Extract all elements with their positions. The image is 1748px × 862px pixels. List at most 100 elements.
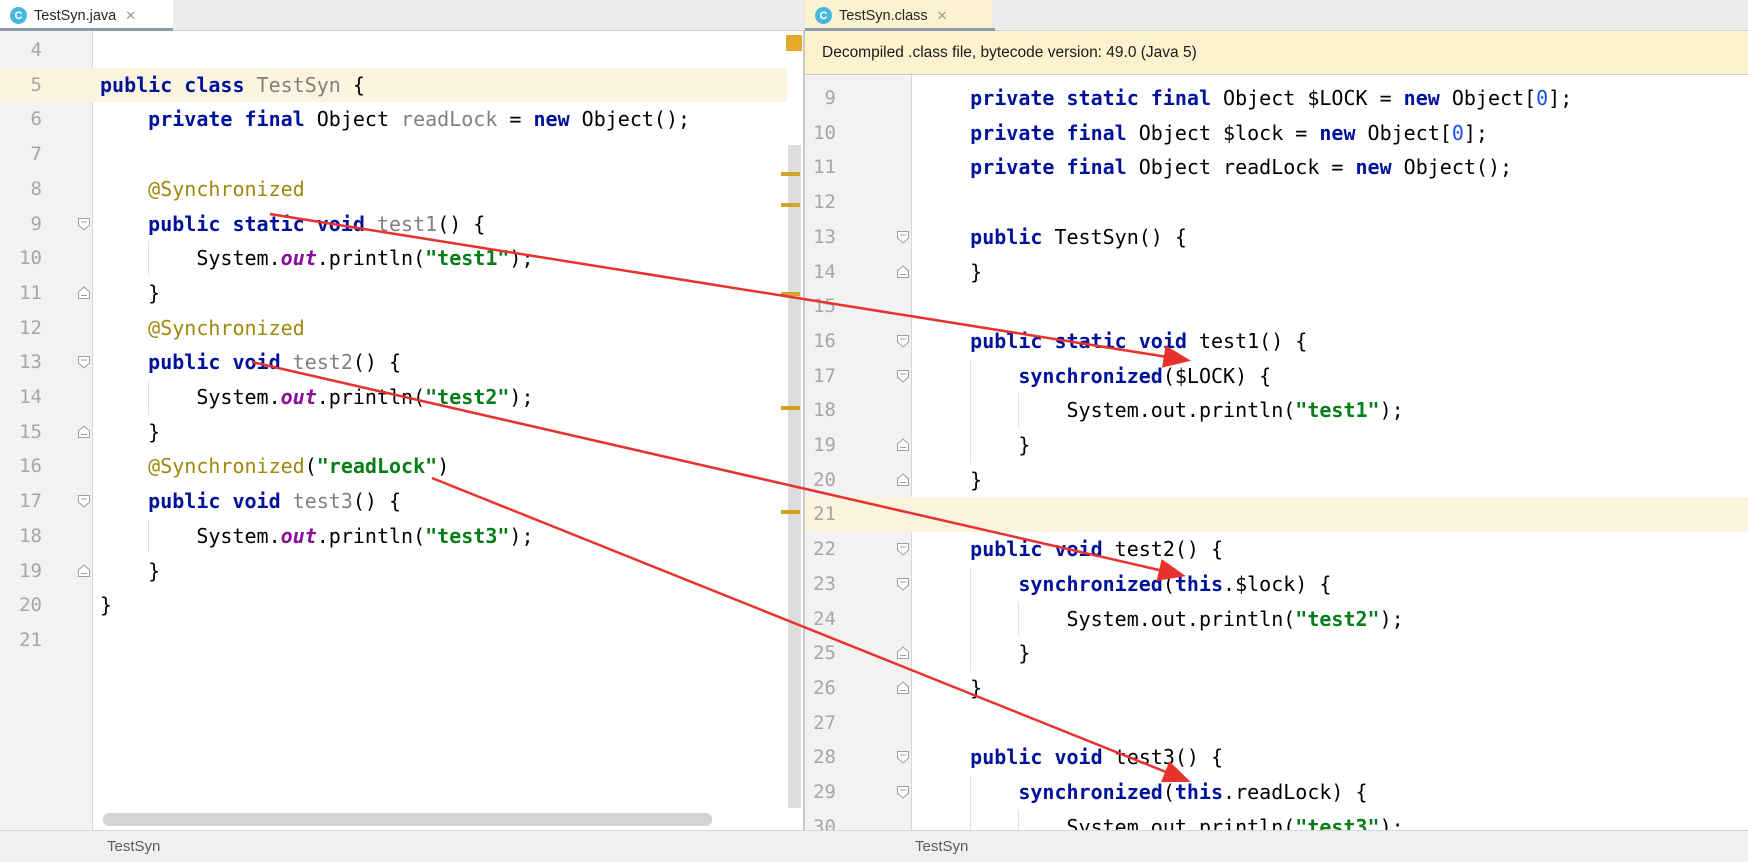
code-line[interactable]: System.out.println("test2");: [100, 380, 534, 415]
code-line[interactable]: }: [922, 671, 982, 706]
fold-end-marker[interactable]: [896, 646, 910, 660]
warning-stripe-mark[interactable]: [781, 406, 800, 410]
code-row[interactable]: 24 System.out.println("test2");: [805, 602, 1748, 637]
code-line[interactable]: }: [922, 255, 982, 290]
editor-right-decompiled[interactable]: 9 private static final Object $LOCK = ne…: [805, 75, 1748, 830]
fold-end-marker[interactable]: [77, 564, 91, 578]
code-row[interactable]: 25 }: [805, 636, 1748, 671]
code-row[interactable]: 15: [805, 289, 1748, 324]
fold-start-marker[interactable]: [896, 334, 910, 348]
code-row[interactable]: 21: [805, 497, 1748, 532]
code-row[interactable]: 17 public void test3() {: [0, 484, 803, 519]
split-divider[interactable]: [803, 31, 805, 862]
code-line[interactable]: synchronized(this.readLock) {: [922, 775, 1368, 810]
code-line[interactable]: }: [922, 463, 982, 498]
fold-start-marker[interactable]: [896, 750, 910, 764]
code-line[interactable]: System.out.println("test1");: [100, 241, 534, 276]
editor-left-java[interactable]: 45public class TestSyn {6 private final …: [0, 31, 803, 830]
code-row[interactable]: 4: [0, 33, 803, 68]
code-row[interactable]: 20}: [0, 588, 803, 623]
code-line[interactable]: private static final Object $LOCK = new …: [922, 81, 1572, 116]
code-line[interactable]: private final Object readLock = new Obje…: [100, 102, 690, 137]
fold-end-marker[interactable]: [896, 265, 910, 279]
code-line[interactable]: synchronized($LOCK) {: [922, 359, 1271, 394]
code-row[interactable]: 12: [805, 185, 1748, 220]
code-line[interactable]: System.out.println("test3");: [922, 810, 1404, 830]
code-row[interactable]: 26 }: [805, 671, 1748, 706]
code-line[interactable]: private final Object $lock = new Object[…: [922, 116, 1488, 151]
code-row[interactable]: 16 public static void test1() {: [805, 324, 1748, 359]
close-icon[interactable]: ✕: [125, 8, 136, 24]
code-line[interactable]: }: [922, 428, 1030, 463]
fold-start-marker[interactable]: [896, 230, 910, 244]
code-line[interactable]: }: [100, 554, 160, 589]
horizontal-scrollbar-thumb[interactable]: [103, 813, 712, 826]
code-row[interactable]: 28 public void test3() {: [805, 740, 1748, 775]
code-row[interactable]: 8 @Synchronized: [0, 172, 803, 207]
code-row[interactable]: 27: [805, 706, 1748, 741]
code-line[interactable]: @Synchronized: [100, 172, 305, 207]
code-row[interactable]: 7: [0, 137, 803, 172]
code-line[interactable]: }: [100, 588, 112, 623]
fold-end-marker[interactable]: [77, 425, 91, 439]
fold-start-marker[interactable]: [896, 542, 910, 556]
code-line[interactable]: }: [100, 276, 160, 311]
code-line[interactable]: public void test3() {: [922, 740, 1223, 775]
code-line[interactable]: public class TestSyn {: [100, 68, 365, 103]
breadcrumb-left-testsyn[interactable]: TestSyn: [107, 831, 160, 862]
code-row[interactable]: 6 private final Object readLock = new Ob…: [0, 102, 803, 137]
code-row[interactable]: 17 synchronized($LOCK) {: [805, 359, 1748, 394]
fold-start-marker[interactable]: [77, 494, 91, 508]
code-row[interactable]: 12 @Synchronized: [0, 311, 803, 346]
code-row[interactable]: 11 }: [0, 276, 803, 311]
code-line[interactable]: public static void test1() {: [100, 207, 485, 242]
code-row[interactable]: 19 }: [0, 554, 803, 589]
fold-end-marker[interactable]: [896, 681, 910, 695]
code-row[interactable]: 13 public void test2() {: [0, 345, 803, 380]
code-line[interactable]: public TestSyn() {: [922, 220, 1187, 255]
warning-stripe-mark[interactable]: [781, 203, 800, 207]
code-line[interactable]: @Synchronized("readLock"): [100, 449, 449, 484]
close-icon[interactable]: ✕: [937, 8, 948, 24]
code-row[interactable]: 22 public void test2() {: [805, 532, 1748, 567]
code-row[interactable]: 30 System.out.println("test3");: [805, 810, 1748, 830]
code-row[interactable]: 13 public TestSyn() {: [805, 220, 1748, 255]
fold-start-marker[interactable]: [896, 577, 910, 591]
code-line[interactable]: System.out.println("test1");: [922, 393, 1404, 428]
code-row[interactable]: 10 System.out.println("test1");: [0, 241, 803, 276]
code-line[interactable]: System.out.println("test3");: [100, 519, 534, 554]
tab-testsyn-java[interactable]: C TestSyn.java ✕: [0, 0, 173, 31]
fold-end-marker[interactable]: [896, 438, 910, 452]
code-row[interactable]: 14 System.out.println("test2");: [0, 380, 803, 415]
code-line[interactable]: }: [100, 415, 160, 450]
code-row[interactable]: 14 }: [805, 255, 1748, 290]
code-line[interactable]: @Synchronized: [100, 311, 305, 346]
code-line[interactable]: System.out.println("test2");: [922, 602, 1404, 637]
inspection-status-square[interactable]: [786, 35, 802, 51]
tab-testsyn-class[interactable]: C TestSyn.class ✕: [805, 0, 992, 31]
code-line[interactable]: }: [922, 636, 1030, 671]
code-line[interactable]: private final Object readLock = new Obje…: [922, 150, 1512, 185]
code-line[interactable]: public void test2() {: [100, 345, 401, 380]
code-row[interactable]: 29 synchronized(this.readLock) {: [805, 775, 1748, 810]
warning-stripe-mark[interactable]: [781, 292, 800, 296]
fold-start-marker[interactable]: [896, 369, 910, 383]
code-row[interactable]: 9 private static final Object $LOCK = ne…: [805, 81, 1748, 116]
fold-start-marker[interactable]: [77, 355, 91, 369]
code-row[interactable]: 11 private final Object readLock = new O…: [805, 150, 1748, 185]
fold-end-marker[interactable]: [77, 286, 91, 300]
fold-start-marker[interactable]: [77, 217, 91, 231]
code-row[interactable]: 20 }: [805, 463, 1748, 498]
vertical-scrollbar-thumb[interactable]: [788, 145, 801, 808]
code-row[interactable]: 10 private final Object $lock = new Obje…: [805, 116, 1748, 151]
code-line[interactable]: public void test3() {: [100, 484, 401, 519]
code-row[interactable]: 18 System.out.println("test1");: [805, 393, 1748, 428]
fold-end-marker[interactable]: [896, 473, 910, 487]
code-row[interactable]: 9 public static void test1() {: [0, 207, 803, 242]
code-line[interactable]: public void test2() {: [922, 532, 1223, 567]
code-row[interactable]: 21: [0, 623, 803, 658]
code-row[interactable]: 16 @Synchronized("readLock"): [0, 449, 803, 484]
code-line[interactable]: synchronized(this.$lock) {: [922, 567, 1331, 602]
fold-start-marker[interactable]: [896, 785, 910, 799]
warning-stripe-mark[interactable]: [781, 510, 800, 514]
